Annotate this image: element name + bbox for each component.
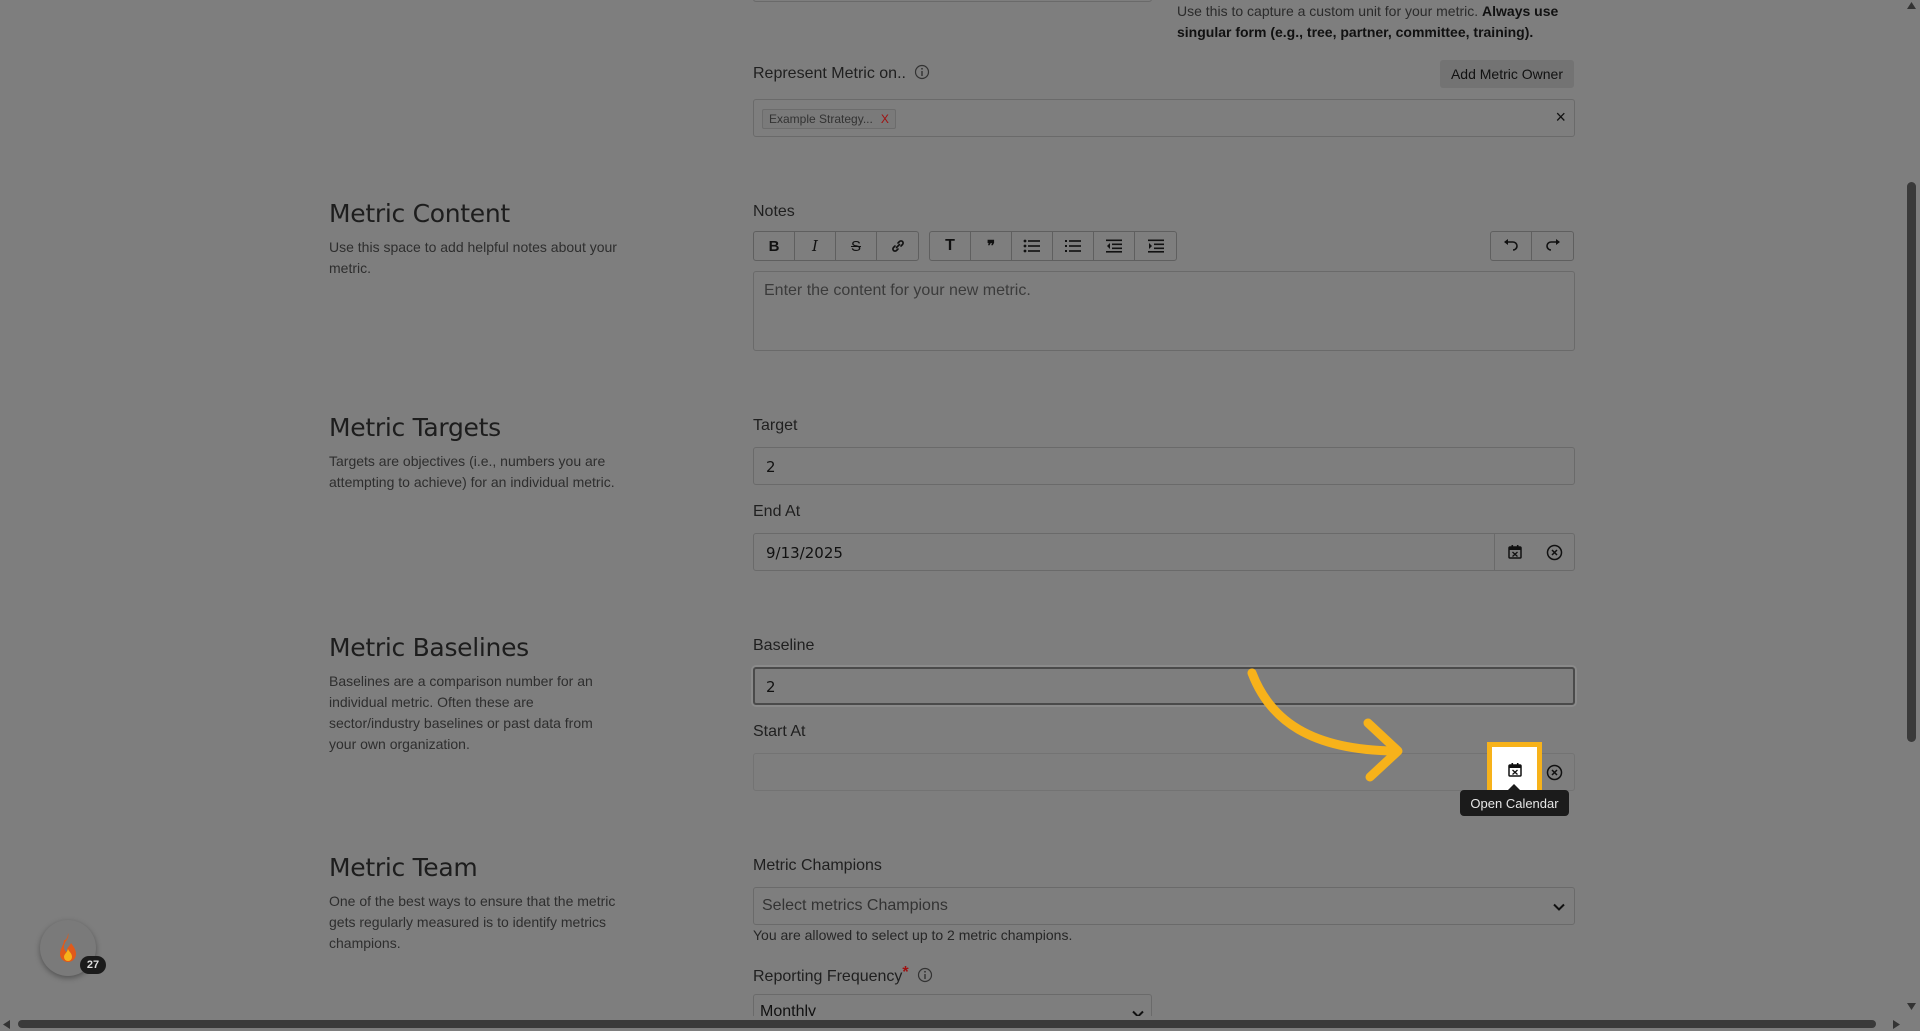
represent-metric-label: Represent Metric on.. (753, 64, 930, 83)
outdent-button[interactable] (1094, 232, 1135, 260)
bold-button[interactable]: B (754, 232, 795, 260)
info-icon[interactable] (914, 64, 930, 80)
heading-button[interactable]: T (930, 232, 971, 260)
target-input[interactable]: 2 (753, 447, 1575, 485)
undo-button[interactable] (1491, 232, 1532, 260)
scroll-left-icon[interactable] (3, 1020, 10, 1029)
baseline-label: Baseline (753, 637, 815, 654)
section-desc-baselines: Baselines are a comparison number for an… (329, 673, 593, 752)
info-icon[interactable] (917, 967, 933, 983)
unit-hint: Use this to capture a custom unit for yo… (1177, 3, 1559, 40)
redo-button[interactable] (1532, 232, 1573, 260)
strategy-chip: Example Strategy... X (762, 109, 896, 129)
scroll-right-icon[interactable] (1893, 1020, 1900, 1029)
chevron-down-icon (1553, 903, 1565, 911)
scroll-down-icon[interactable] (1907, 1003, 1916, 1010)
target-label: Target (753, 417, 798, 434)
champions-placeholder: Select metrics Champions (762, 897, 948, 914)
indent-icon (1147, 239, 1164, 253)
section-desc-content: Use this space to add helpful notes abou… (329, 239, 617, 276)
section-desc-targets: Targets are objectives (i.e., numbers yo… (329, 453, 615, 490)
champions-label: Metric Champions (753, 857, 882, 874)
link-button[interactable] (877, 232, 918, 260)
end-at-input[interactable]: 9/13/2025 (753, 533, 1575, 571)
notes-label: Notes (753, 203, 795, 220)
editor-toolbar-format: B I S (753, 231, 919, 261)
represent-metric-select[interactable]: Example Strategy... X × (753, 99, 1575, 137)
clear-circle-icon (1546, 544, 1562, 560)
quote-button[interactable]: ❞ (971, 232, 1012, 260)
chip-label: Example Strategy... (769, 112, 873, 126)
section-title-targets: Metric Targets (329, 413, 501, 442)
notes-placeholder: Enter the content for your new metric. (764, 282, 1031, 299)
bullet-list-icon (1023, 239, 1040, 253)
redo-icon (1545, 239, 1560, 251)
section-title-baselines: Metric Baselines (329, 633, 529, 662)
flame-icon (60, 933, 76, 962)
chip-remove-button[interactable]: X (881, 112, 889, 126)
add-metric-owner-button[interactable]: Add Metric Owner (1440, 60, 1574, 88)
numbered-list-button[interactable] (1053, 232, 1094, 260)
calendar-icon (1507, 762, 1522, 777)
streak-count-badge: 27 (80, 956, 106, 974)
strikethrough-button[interactable]: S (836, 232, 877, 260)
notes-editor[interactable]: Enter the content for your new metric. (753, 271, 1575, 351)
start-at-label: Start At (753, 723, 806, 740)
editor-toolbar-block: T ❞ (929, 231, 1177, 261)
vertical-scrollbar[interactable] (1903, 0, 1920, 1016)
divider (1494, 534, 1495, 570)
clear-circle-icon (1546, 764, 1562, 780)
baseline-value: 2 (766, 678, 776, 696)
bullet-list-button[interactable] (1012, 232, 1053, 260)
baseline-input[interactable]: 2 (753, 667, 1575, 705)
undo-icon (1504, 239, 1518, 251)
start-at-input[interactable] (753, 753, 1575, 791)
vertical-scroll-thumb[interactable] (1907, 182, 1916, 742)
champions-help: You are allowed to select up to 2 metric… (753, 927, 1073, 943)
outdent-icon (1106, 239, 1122, 253)
champions-select[interactable]: Select metrics Champions (753, 887, 1575, 925)
guide-arrow-icon (1247, 668, 1403, 782)
section-desc-team: One of the best ways to ensure that the … (329, 893, 616, 951)
link-icon (891, 240, 904, 252)
unit-input-edge[interactable] (753, 0, 1152, 2)
open-calendar-tooltip: Open Calendar (1460, 784, 1569, 816)
section-title-content: Metric Content (329, 199, 510, 228)
reporting-frequency-label: Reporting Frequency* (753, 964, 933, 986)
target-value: 2 (766, 458, 776, 476)
end-at-value: 9/13/2025 (766, 544, 843, 562)
horizontal-scroll-thumb[interactable] (18, 1020, 1876, 1028)
end-at-calendar-button[interactable] (1497, 534, 1533, 570)
frequency-label-text: Reporting Frequency (753, 968, 903, 985)
editor-toolbar-history (1490, 231, 1574, 261)
end-at-label: End At (753, 503, 801, 520)
scroll-up-icon[interactable] (1907, 2, 1916, 9)
indent-button[interactable] (1135, 232, 1176, 260)
italic-button[interactable]: I (795, 232, 836, 260)
clear-selection-icon[interactable]: × (1555, 107, 1566, 128)
section-title-team: Metric Team (329, 853, 478, 882)
horizontal-scrollbar[interactable] (0, 1016, 1920, 1031)
calendar-icon (1508, 545, 1522, 559)
required-asterisk: * (902, 964, 909, 981)
end-at-clear-button[interactable] (1536, 534, 1572, 570)
numbered-list-icon (1065, 240, 1081, 252)
